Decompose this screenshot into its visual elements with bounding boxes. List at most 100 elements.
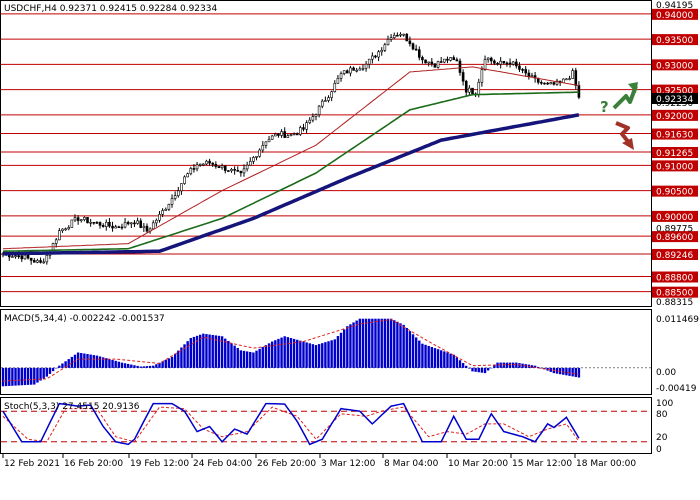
macd-bar [424, 344, 427, 368]
macd-bar [483, 367, 487, 374]
macd-bar [89, 354, 92, 368]
candle-body [73, 217, 77, 221]
candle-body [421, 57, 424, 61]
macd-bar [139, 366, 142, 368]
stoch-header: Stoch(5,3,3) 27.4515 20.9136 [4, 402, 140, 412]
macd-bar [136, 365, 139, 368]
macd-bar [95, 355, 99, 368]
candle-body [183, 176, 186, 184]
macd-bar [20, 367, 23, 386]
level-label-0.89600: 0.89600 [656, 233, 693, 243]
candle-body [14, 255, 17, 258]
macd-bar [374, 318, 377, 368]
level-label-0.89246: 0.89246 [656, 251, 693, 261]
candle-body [408, 40, 412, 44]
candle-body [493, 60, 496, 64]
macd-bar [458, 360, 462, 368]
candle-body [543, 82, 546, 85]
macd-bar [342, 329, 346, 368]
macd-bar [358, 318, 362, 368]
candle-body [405, 33, 409, 42]
candle-body [480, 69, 484, 83]
candle-body [92, 221, 96, 224]
macd-bar [480, 367, 484, 373]
macd-bar [61, 363, 64, 368]
candle-body [464, 80, 468, 93]
macd-bar [311, 344, 315, 368]
candle-body [449, 57, 452, 61]
candle-body [202, 163, 205, 166]
candle-body [11, 256, 14, 258]
candle-body [89, 221, 92, 224]
candle-body [540, 81, 543, 84]
candle-body [518, 65, 521, 70]
candle-body [295, 133, 299, 136]
candle-body [342, 70, 346, 74]
price-tick-0.94195: 0.94195 [656, 1, 693, 11]
macd-bar [377, 318, 380, 368]
candle-body [305, 122, 308, 130]
macd-bar [399, 323, 402, 368]
macd-bar [252, 352, 255, 368]
macd-bar [202, 333, 205, 368]
candle-body [76, 217, 80, 222]
macd-bar [258, 348, 261, 368]
macd-bar [111, 359, 114, 368]
candle-body [345, 70, 349, 74]
macd-bar [465, 365, 468, 368]
macd-bar [167, 358, 171, 368]
candle-body [61, 228, 64, 231]
macd-bar [33, 367, 36, 385]
macd-bar [267, 343, 271, 368]
candle-body [299, 127, 302, 135]
macd-bar [11, 367, 14, 386]
macd-bar [502, 362, 505, 368]
candle-body [458, 60, 462, 73]
macd-bar [411, 334, 415, 368]
macd-bar [286, 337, 290, 368]
candle-body [117, 226, 121, 229]
candle-body [64, 228, 67, 231]
candle-body [386, 39, 390, 46]
macd-bar [352, 322, 355, 368]
candle-body [330, 91, 333, 98]
macd-bar [198, 334, 202, 368]
macd-bar [371, 318, 374, 368]
candle-body [521, 69, 524, 71]
candle-body [20, 255, 24, 260]
candle-body [374, 55, 377, 58]
macd-bar [349, 324, 352, 368]
candle-body [17, 255, 20, 258]
candle-body [164, 208, 168, 211]
candle-body [208, 160, 211, 164]
stoch-axis-80: 80 [656, 410, 668, 420]
candle-body [361, 67, 365, 70]
macd-bar [327, 341, 330, 368]
macd-bar [330, 340, 333, 368]
candle-body [524, 69, 528, 74]
macd-bar [189, 338, 192, 368]
candle-body [104, 221, 108, 227]
stoch-axis-0: 0 [656, 445, 662, 455]
candle-body [339, 73, 343, 79]
macd-bar [117, 361, 121, 368]
macd-bar [249, 351, 252, 368]
macd-bar [58, 365, 61, 368]
level-label-0.94000: 0.94000 [656, 11, 693, 21]
macd-bar [324, 342, 327, 368]
macd-bar [449, 353, 452, 368]
macd-bar [461, 363, 465, 368]
candle-body [264, 141, 268, 146]
macd-bar [186, 341, 189, 368]
candle-body [173, 195, 177, 199]
macd-bar [36, 367, 39, 383]
macd-bar [346, 326, 349, 368]
candle-body [414, 48, 418, 51]
macd-bar [67, 359, 70, 368]
macd-bar [80, 353, 83, 368]
candle-body [277, 133, 280, 136]
macd-bar [302, 341, 305, 368]
time-label: 10 Mar 20:00 [448, 459, 508, 469]
macd-bar [170, 356, 174, 368]
candle-body [36, 260, 39, 263]
